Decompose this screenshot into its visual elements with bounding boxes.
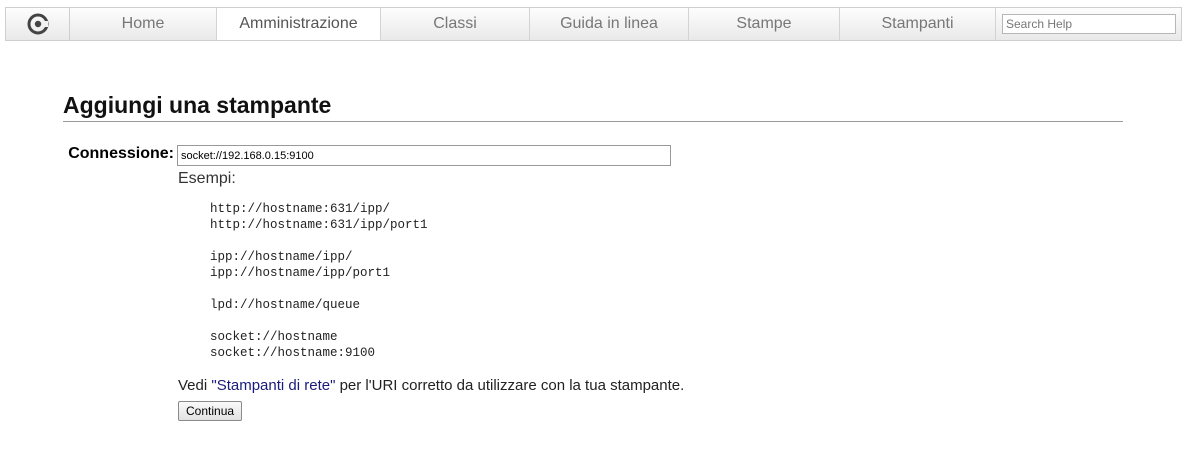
connection-uri-input[interactable] [177,145,671,166]
example-uri: socket://hostname [210,330,338,344]
examples-list: http://hostname:631/ipp/ http://hostname… [210,201,428,361]
tab-stampe[interactable]: Stampe [689,8,840,40]
tab-amministrazione[interactable]: Amministrazione [217,8,381,40]
example-uri: ipp://hostname/ipp/port1 [210,266,391,280]
example-uri: http://hostname:631/ipp/port1 [210,218,428,232]
tab-home[interactable]: Home [70,8,217,40]
help-suffix: per l'URI corretto da utilizzare con la … [335,377,685,394]
continue-button[interactable]: Continua [178,401,243,421]
title-divider [63,121,1123,122]
search-container [996,8,1181,40]
help-text: Vedi "Stampanti di rete" per l'URI corre… [178,377,684,394]
search-input[interactable] [1002,14,1176,34]
example-uri: http://hostname:631/ipp/ [210,202,391,216]
connection-label: Connessione: [68,145,174,162]
examples-label: Esempi: [178,170,236,187]
network-printers-link[interactable]: "Stampanti di rete" [211,377,335,394]
example-uri: socket://hostname:9100 [210,346,376,360]
top-navigation-bar: Home Amministrazione Classi Guida in lin… [5,7,1182,41]
help-prefix: Vedi [178,377,212,394]
example-uri: ipp://hostname/ipp/ [210,250,353,264]
tab-guida-in-linea[interactable]: Guida in linea [530,8,689,40]
example-uri: lpd://hostname/queue [210,298,361,312]
logo[interactable] [6,8,70,40]
page-title: Aggiungi una stampante [63,92,332,118]
cups-logo-icon [27,13,48,35]
tab-classi[interactable]: Classi [381,8,530,40]
tab-stampanti[interactable]: Stampanti [840,8,996,40]
